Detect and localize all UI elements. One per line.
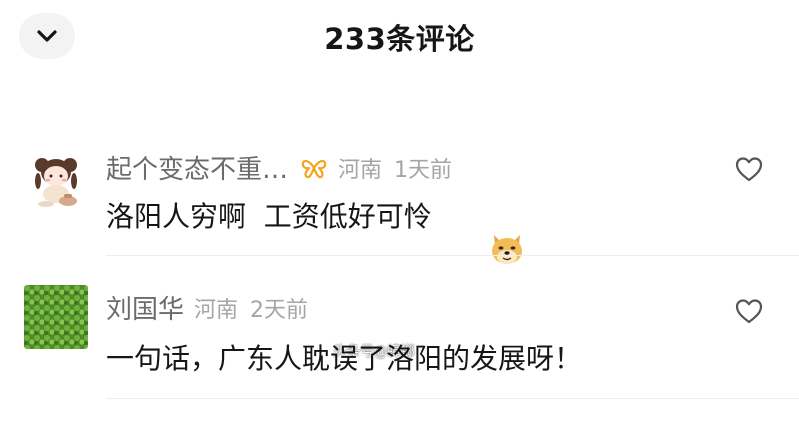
comment-text: 一句话，广东人耽误了洛阳的发展呀！ [106, 337, 582, 377]
comment-meta: 刘国华 河南 2天前 [106, 289, 308, 326]
comments-header: 233条评论 [0, 0, 799, 80]
like-button[interactable] [734, 297, 764, 325]
comment-time: 2天前 [250, 297, 309, 323]
divider [106, 398, 799, 399]
comment-location: 河南 [194, 297, 239, 323]
bow-ribbon-icon [300, 157, 328, 179]
avatar[interactable] [24, 285, 88, 349]
username[interactable]: 刘国华 [106, 289, 184, 326]
comment-location: 河南 [338, 157, 383, 183]
doge-emoji-icon [434, 195, 523, 264]
heart-outline-icon [735, 157, 763, 182]
username[interactable]: 起个变态不重… [106, 149, 288, 186]
comment-count-title: 233条评论 [324, 22, 475, 56]
avatar[interactable] [24, 147, 88, 211]
heart-outline-icon [735, 299, 763, 324]
comment-item: 起个变态不重… 河南 1天前 洛阳人穷啊 工资低好可怜 头条号@蟑螂 [0, 135, 799, 360]
divider [106, 255, 799, 256]
comment-text-content: 洛阳人穷啊 工资低好可怜 [106, 200, 432, 233]
comment-text-content: 一句话，广东人耽误了洛阳的发展呀！ [106, 342, 583, 375]
comment-text: 洛阳人穷啊 工资低好可怜 [106, 195, 523, 264]
like-button[interactable] [734, 155, 764, 183]
comment-item: 刘国华 河南 2天前 一句话，广东人耽误了洛阳的发展呀！ [0, 275, 799, 395]
comment-time: 1天前 [394, 157, 453, 183]
comment-meta: 起个变态不重… 河南 1天前 [106, 149, 452, 186]
